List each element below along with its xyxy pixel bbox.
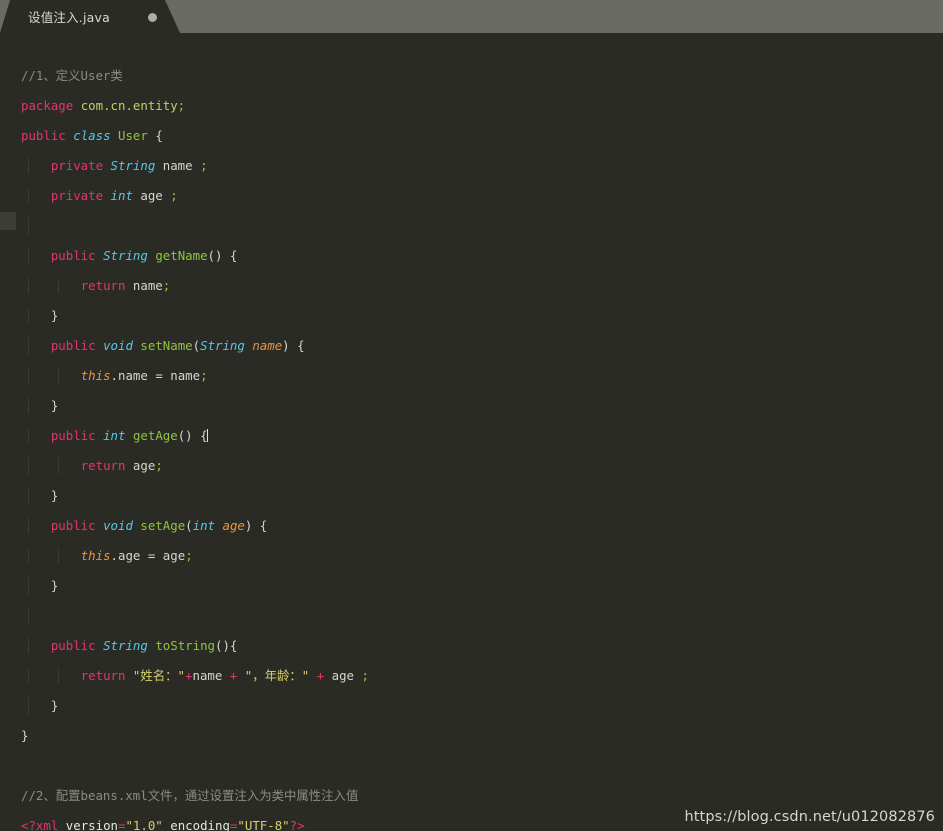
source-code[interactable]: //1、定义User类 package com.cn.entity; publi… xyxy=(0,33,663,831)
comment-section-1: //1、定义User类 xyxy=(21,68,123,83)
code-line: return name; xyxy=(0,278,663,293)
method-set-name: setName xyxy=(140,338,193,353)
code-line: return "姓名："+name + "，年龄：" + age ; xyxy=(0,668,663,683)
code-line: } xyxy=(0,398,663,413)
string-literal-age: "，年龄：" xyxy=(244,668,310,683)
editor-tab-bar: 设值注入.java xyxy=(0,0,943,33)
modified-dot-icon[interactable] xyxy=(148,13,157,22)
watermark-url: https://blog.csdn.net/u012082876 xyxy=(684,809,935,825)
method-to-string: toString xyxy=(155,638,215,653)
field-name: name xyxy=(162,158,193,173)
code-line: this.age = age; xyxy=(0,548,663,563)
code-line: //1、定义User类 xyxy=(0,68,663,83)
code-line: //2、配置beans.xml文件，通过设置注入为类中属性注入值 xyxy=(0,788,663,803)
code-line: } xyxy=(0,698,663,713)
tab-file-label: 设值注入.java xyxy=(28,10,110,25)
method-get-age: getAge xyxy=(132,428,178,443)
code-line: public int getAge() { xyxy=(0,428,663,443)
code-line: return age; xyxy=(0,458,663,473)
method-set-age: setAge xyxy=(140,518,186,533)
package-entity: com.cn.entity xyxy=(80,98,178,113)
code-line: package com.cn.entity; xyxy=(21,98,186,113)
code-editor[interactable]: //1、定义User类 package com.cn.entity; publi… xyxy=(0,33,943,831)
code-line xyxy=(0,608,663,623)
tab-file[interactable]: 设值注入.java xyxy=(0,0,180,33)
code-line xyxy=(0,218,663,233)
code-line: public class User { xyxy=(21,128,163,143)
code-line: public String getName() { xyxy=(0,248,663,263)
field-age: age xyxy=(140,188,163,203)
class-user-name: User xyxy=(118,128,148,143)
code-line: } xyxy=(0,488,663,503)
string-literal-name: "姓名：" xyxy=(132,668,186,683)
code-line: } xyxy=(0,308,663,323)
comment-section-2: //2、配置beans.xml文件，通过设置注入为类中属性注入值 xyxy=(21,788,359,803)
code-line: private String name ; xyxy=(0,158,663,173)
code-line: public void setName(String name) { xyxy=(0,338,663,353)
text-caret xyxy=(206,429,208,442)
code-line: private int age ; xyxy=(0,188,663,203)
code-line: public String toString(){ xyxy=(0,638,663,653)
method-get-name: getName xyxy=(155,248,208,263)
code-line: this.name = name; xyxy=(0,368,663,383)
code-line: public void setAge(int age) { xyxy=(0,518,663,533)
code-line: } xyxy=(21,728,29,743)
code-line: } xyxy=(0,578,663,593)
code-line: <?xml version="1.0" encoding="UTF-8"?> xyxy=(21,818,305,831)
